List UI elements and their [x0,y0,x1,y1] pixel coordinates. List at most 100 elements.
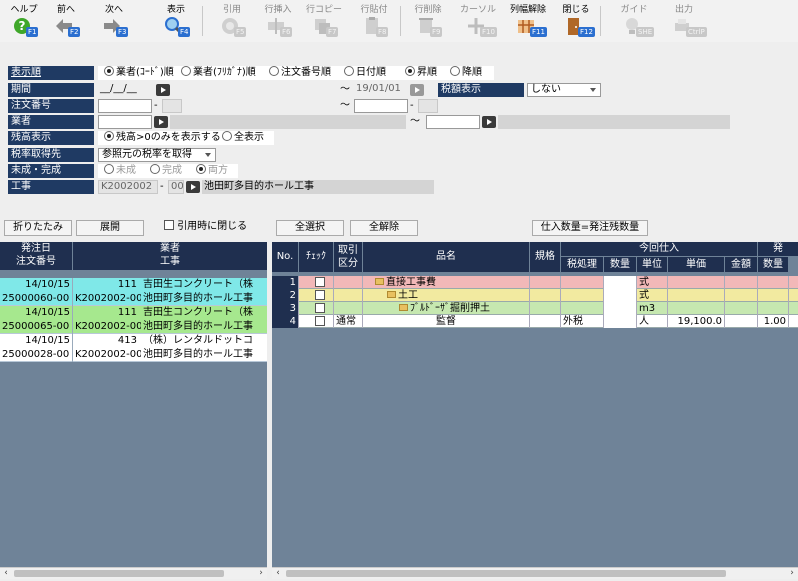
detail-row[interactable]: 4 通常 監督 外税 人 19,100.0 1.00 [272,315,798,328]
function-key-badge: F11 [530,27,547,37]
toolbar-button-cursor[interactable]: カーソル F10 [458,0,498,42]
vendor-to-name [498,115,730,129]
toolbar-button-bulb[interactable]: ガイド SHE [614,0,655,42]
function-key-badge: F7 [326,27,339,37]
project-name: 池田町多目的ホール工事 [143,349,253,360]
order-no-from-sub-input[interactable] [162,99,182,113]
toolbar-button-label: 出力 [674,5,693,15]
row-unit: 式 [639,290,649,301]
toolbar-button-label: 行貼付 [360,5,388,15]
tax-from-select[interactable]: 参照元の税率を取得 [98,148,216,162]
vendor-name: 吉田生コンクリート（株 [143,279,253,290]
sort-vendor-kana-radio[interactable]: 業者(ﾌﾘｶﾞﾅ)順 [181,66,256,80]
row-order-qty [758,289,788,302]
toolbar-button-close-door[interactable]: 閉じる F12 [556,0,596,42]
toolbar-button-row-paste[interactable]: 行貼付 F8 [354,0,394,42]
toolbar-button-print[interactable]: 出力 CtrlP [664,0,707,42]
status-complete-radio[interactable]: 完成 [150,164,182,178]
row-item: ﾌﾞﾙﾄﾞｰｻﾞ掘削押土 [363,302,529,315]
row-checkbox[interactable] [315,290,325,300]
toolbar-button-row-delete[interactable]: 行削除 F9 [408,0,448,42]
toolbar-button-help[interactable]: ヘルプ? F1 [4,0,44,42]
row-price: 19,100.0 [677,316,722,327]
period-from-input[interactable]: __/__/__ [98,83,154,97]
close-on-quote-checkbox[interactable]: 引用時に閉じる [164,220,247,234]
order-list-hscroll[interactable]: ‹ › [0,567,267,579]
toolbar-button-label: ガイド [620,5,648,15]
order-list-header-vendor: 業者 工事 [73,242,267,270]
toolbar-button-arrow-left[interactable]: 前へ F2 [46,0,86,42]
vendor-from-search-button[interactable] [154,116,168,128]
select-all-button[interactable]: 全選択 [276,220,344,236]
collapse-button[interactable]: 折りたたみ [4,220,72,236]
detail-row[interactable]: 3 ﾌﾞﾙﾄﾞｰｻﾞ掘削押土 m3 [272,302,798,315]
order-desc-radio[interactable]: 降順 [450,66,482,80]
detail-row[interactable]: 2 土工 式 [272,289,798,302]
row-qty-input[interactable] [604,315,636,328]
detail-header-unit: 単位 [637,257,667,272]
toolbar-button-label: 行コピー [305,5,342,15]
toolbar-button-row-copy[interactable]: 行コピー F7 [304,0,344,42]
row-number: 2 [272,289,298,302]
toolbar-button-label: カーソル [459,5,496,15]
sort-order-no-radio[interactable]: 注文番号順 [269,66,331,80]
order-asc-radio[interactable]: 昇順 [405,66,437,80]
balance-positive-radio[interactable]: 残高>0のみを表示する [104,131,221,145]
toolbar-button-quote[interactable]: 引用 F5 [212,0,252,42]
function-key-badge: F9 [430,27,443,37]
toolbar-button-label: ヘルプ [10,5,38,15]
vendor-to-input[interactable] [426,115,480,129]
row-checkbox[interactable] [315,316,325,326]
order-list-row[interactable]: 14/10/15 111 吉田生コンクリート（株 25000060-00 K200200… [0,278,267,306]
period-from-calendar-button[interactable] [156,84,170,96]
order-no-from-input[interactable] [98,99,152,113]
status-both-radio[interactable]: 両方 [196,164,228,178]
vendor-to-search-button[interactable] [482,116,496,128]
tax-display-select[interactable]: しない [527,83,601,97]
period-to-calendar-button[interactable] [410,84,424,96]
order-no-to-input[interactable] [354,99,408,113]
order-date: 14/10/15 [25,279,70,290]
toolbar-button-row-insert[interactable]: 行挿入 F6 [258,0,298,42]
toolbar-button-arrow-right[interactable]: 次へ F3 [94,0,134,42]
project-code: K2002002-00 [75,349,141,360]
status-incomplete-radio[interactable]: 未成 [104,164,136,178]
row-amount [725,289,757,302]
toolbar-button-magnifier[interactable]: 表示 F4 [156,0,196,42]
row-order-qty: 1.00 [763,316,786,327]
detail-row[interactable]: 1 直接工事費 式 [272,276,798,289]
sort-vendor-code-radio[interactable]: 業者(ｺｰﾄﾞ)順 [104,66,174,80]
row-checkbox[interactable] [315,303,325,313]
function-key-badge: CtrlP [686,27,707,37]
order-no-to-sub-input[interactable] [418,99,438,113]
period-to-input[interactable]: 19/01/01 [354,83,408,97]
project-sub-input[interactable]: 00 [168,180,184,194]
toolbar-separator [600,6,601,36]
label-vendor: 業者 [8,115,94,129]
row-tax [561,302,603,315]
project-code: K2002002-00 [75,321,141,332]
label-balance: 残高表示 [8,131,94,145]
order-list-row[interactable]: 14/10/15 413 （株）レンタルドットコ 25000028-00 K200200… [0,334,267,362]
sort-date-radio[interactable]: 日付順 [344,66,386,80]
row-qty-input[interactable] [604,302,636,315]
order-list-row[interactable]: 14/10/15 111 吉田生コンクリート（株 25000065-00 K200200… [0,306,267,334]
vendor-from-input[interactable] [98,115,152,129]
expand-button[interactable]: 展開 [76,220,144,236]
toolbar-separator [400,6,401,36]
row-checkbox[interactable] [315,277,325,287]
qty-set-button[interactable]: 仕入数量=発注残数量 [532,220,648,236]
row-type [334,302,362,315]
toolbar-button-column-width[interactable]: 列幅解除 F11 [508,0,548,42]
row-qty-input[interactable] [604,289,636,302]
row-qty-input[interactable] [604,276,636,289]
project-code-input[interactable]: K2002002 [98,180,158,194]
order-list-header-date: 発注日 注文番号 [0,242,72,270]
project-search-button[interactable] [186,181,200,193]
row-item: 土工 [363,289,529,302]
order-date: 14/10/15 [25,335,70,346]
balance-all-radio[interactable]: 全表示 [222,131,264,145]
deselect-all-button[interactable]: 全解除 [350,220,418,236]
detail-hscroll[interactable]: ‹ › [272,567,798,579]
function-key-badge: F3 [116,27,129,37]
